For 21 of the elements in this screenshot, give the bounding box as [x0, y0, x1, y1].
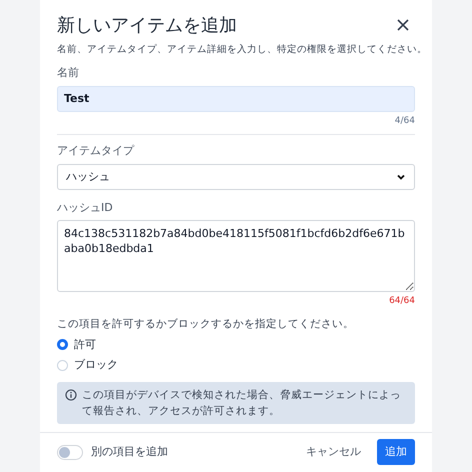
type-dropdown[interactable]: ハッシュ	[57, 164, 415, 190]
toggle-switch[interactable]	[57, 444, 83, 460]
permission-question: この項目を許可するかブロックするかを指定してください。	[57, 316, 355, 332]
hash-id-textarea[interactable]: 84c138c531182b7a84bd0be418115f5081f1bcfd6b2df6e671baba0b18edbda1	[57, 220, 415, 292]
character-counter: 4/64	[394, 114, 415, 128]
info-text: この項目がデバイスで検知された場合、脅威エージェントによって報告され、アクセスが許可されます。	[82, 388, 402, 419]
name-input[interactable]: Test	[57, 86, 415, 112]
radio-option[interactable]: 許可	[57, 336, 96, 354]
dialog-title: 新しいアイテムを追加	[57, 14, 237, 38]
description-text: 名前、アイテムタイプ、アイテム詳細を入力し、特定の権限を選択してください。	[57, 43, 427, 57]
field-label: 名前	[57, 65, 80, 82]
radio-option[interactable]: ブロック	[57, 357, 118, 374]
info-icon	[65, 388, 77, 401]
toggle-label: 別の項目を追加	[91, 444, 168, 460]
character-counter: 64/64	[389, 295, 415, 308]
close-button[interactable]	[395, 17, 411, 33]
field-label: ハッシュID	[57, 200, 114, 216]
add-button[interactable]: 追加	[377, 439, 415, 466]
field-label: アイテムタイプ	[57, 143, 136, 160]
radio-button[interactable]	[57, 339, 68, 350]
cancel-button[interactable]: キャンセル	[304, 444, 363, 460]
